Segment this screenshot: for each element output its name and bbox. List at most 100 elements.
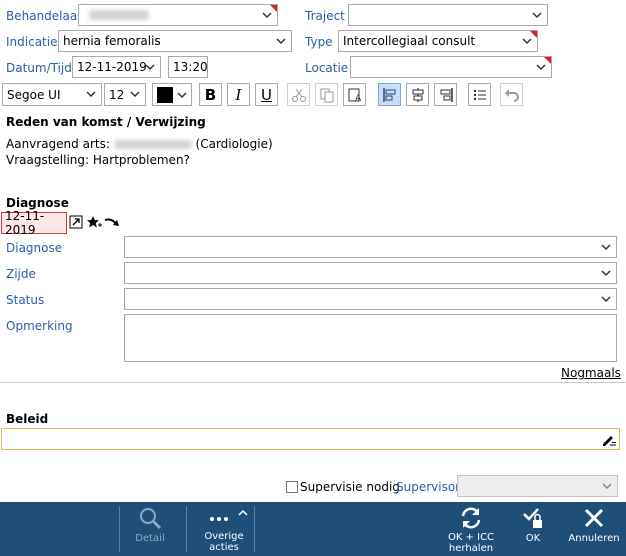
- diagnose-title: Diagnose: [6, 196, 69, 210]
- chevron-down-icon: [145, 64, 155, 71]
- copy-icon: [320, 88, 333, 102]
- behandelaar-select[interactable]: [78, 4, 278, 26]
- bullet-list-icon: [473, 89, 486, 100]
- arts-redacted: [113, 140, 192, 149]
- undo-button[interactable]: [500, 83, 523, 106]
- behandelaar-label: Behandelaar: [6, 9, 83, 23]
- zijde-select[interactable]: [124, 262, 617, 284]
- datum-value: 12-11-2019: [77, 60, 147, 74]
- italic-button[interactable]: I: [227, 83, 250, 106]
- locatie-select[interactable]: [350, 56, 552, 78]
- chevron-down-icon: [130, 91, 140, 98]
- ok-button[interactable]: OK: [513, 502, 553, 556]
- bullet-list-button[interactable]: [468, 83, 491, 106]
- aanvragend-line: Aanvragend arts: (Cardiologie): [6, 137, 273, 151]
- diagnose-select[interactable]: [124, 236, 617, 258]
- font-family-value: Segoe UI: [7, 87, 61, 102]
- refresh-icon: [461, 507, 481, 529]
- undo-icon: [504, 88, 519, 102]
- copy-button[interactable]: [315, 83, 338, 106]
- ok-label: OK: [525, 533, 541, 544]
- okicc-label-2: herhalen: [448, 543, 494, 554]
- open-external-icon[interactable]: [69, 215, 83, 229]
- favorite-star-icon[interactable]: [86, 215, 102, 229]
- close-icon: [584, 508, 604, 528]
- behandelaar-redacted: [89, 10, 149, 20]
- align-center-button[interactable]: [406, 83, 429, 106]
- font-size-select[interactable]: 12: [104, 83, 146, 106]
- align-right-button[interactable]: [434, 83, 457, 106]
- traject-label: Traject: [305, 9, 345, 23]
- chevron-down-icon: [536, 64, 546, 71]
- search-icon: [140, 508, 162, 530]
- supervisie-checkbox[interactable]: [286, 481, 298, 493]
- chevron-down-icon: [86, 91, 96, 98]
- diagnose-date-value: 12-11-2019: [5, 209, 45, 237]
- footer-separator: [186, 506, 187, 552]
- section-divider: [0, 382, 626, 383]
- svg-text:A: A: [355, 94, 362, 103]
- annuleren-label: Annuleren: [568, 533, 620, 544]
- chevron-down-icon: [522, 38, 532, 45]
- detail-button[interactable]: Detail: [125, 502, 175, 556]
- edit-pen-icon[interactable]: [601, 433, 617, 447]
- chevron-down-icon: [601, 296, 611, 303]
- beleid-input[interactable]: [1, 428, 620, 450]
- text-color-button[interactable]: [152, 83, 192, 106]
- chevron-down-icon: [601, 270, 611, 277]
- type-label: Type: [305, 35, 333, 49]
- zijde-label: Zijde: [6, 267, 36, 281]
- chevron-down-icon: [276, 38, 286, 45]
- diagnose-date-field[interactable]: 12-11-2019: [1, 209, 67, 237]
- locatie-label: Locatie: [305, 61, 349, 75]
- paste-button[interactable]: A: [343, 83, 366, 106]
- detail-label: Detail: [135, 533, 165, 544]
- align-right-icon: [440, 87, 453, 102]
- chevron-down-icon: [602, 483, 612, 490]
- underline-button[interactable]: U: [255, 83, 278, 106]
- bold-button[interactable]: B: [199, 83, 222, 106]
- footer-bar: Detail Overige acties OK + ICC herhalen …: [0, 502, 626, 556]
- font-family-select[interactable]: Segoe UI: [2, 83, 102, 106]
- reden-title: Reden van komst / Verwijzing: [6, 115, 206, 129]
- chevron-down-icon: [532, 12, 542, 19]
- opmerking-textarea[interactable]: [124, 314, 617, 362]
- vraagstelling-text: Vraagstelling: Hartproblemen?: [6, 153, 190, 167]
- color-swatch: [156, 86, 173, 103]
- align-center-icon: [412, 87, 423, 102]
- chevron-down-icon: [176, 91, 187, 98]
- redo-arrow-icon[interactable]: [104, 216, 120, 228]
- aanvragend-prefix: Aanvragend arts:: [6, 137, 110, 151]
- status-select[interactable]: [124, 288, 617, 310]
- traject-select[interactable]: [348, 4, 548, 26]
- overige-label-1: Overige: [204, 531, 244, 542]
- supervisie-label: Supervisie nodig: [300, 480, 400, 494]
- align-left-button[interactable]: [378, 83, 401, 106]
- ok-icc-herhalen-button[interactable]: OK + ICC herhalen: [440, 502, 502, 556]
- datum-tijd-label: Datum/Tijd: [6, 61, 72, 75]
- datum-select[interactable]: 12-11-2019: [72, 56, 161, 78]
- opmerking-label: Opmerking: [6, 319, 73, 333]
- status-label: Status: [6, 293, 45, 307]
- cut-button[interactable]: [287, 83, 310, 106]
- nogmaals-link[interactable]: Nogmaals: [561, 366, 621, 380]
- check-lock-icon: [523, 508, 542, 528]
- overige-acties-button[interactable]: Overige acties: [195, 502, 253, 556]
- aanvragend-suffix: (Cardiologie): [195, 137, 273, 151]
- type-select[interactable]: Intercollegiaal consult: [338, 30, 538, 52]
- supervisor-select[interactable]: [457, 475, 618, 497]
- annuleren-button[interactable]: Annuleren: [566, 502, 622, 556]
- indicatie-label: Indicatie: [6, 35, 58, 49]
- tijd-value: 13:20: [173, 60, 208, 74]
- font-size-value: 12: [109, 87, 125, 102]
- beleid-title: Beleid: [6, 412, 49, 426]
- indicatie-select[interactable]: hernia femoralis: [58, 30, 292, 52]
- align-left-icon: [382, 87, 395, 102]
- tijd-input[interactable]: 13:20: [168, 56, 208, 78]
- footer-separator: [254, 506, 255, 552]
- paste-text-icon: A: [348, 88, 362, 103]
- indicatie-value: hernia femoralis: [63, 34, 161, 48]
- footer-separator: [119, 506, 120, 552]
- chevron-down-icon: [262, 12, 272, 19]
- chevron-down-icon: [601, 244, 611, 251]
